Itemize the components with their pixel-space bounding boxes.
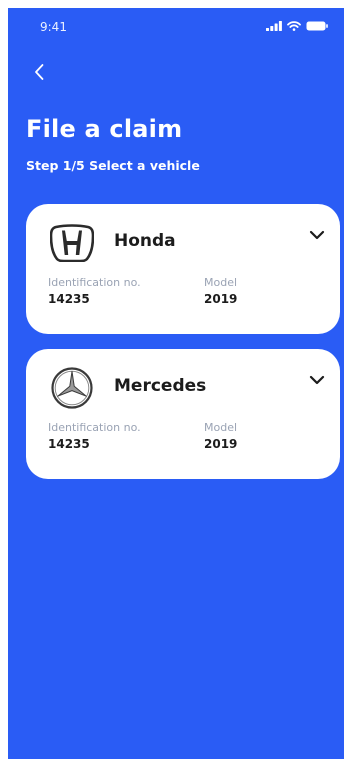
id-label: Identification no.	[48, 276, 141, 289]
model-label: Model	[204, 276, 238, 289]
signal-icon	[266, 21, 282, 31]
id-value: 14235	[48, 437, 90, 451]
step-subtitle: Step 1/5 Select a vehicle	[26, 158, 200, 173]
status-time: 9:41	[40, 20, 67, 34]
vehicle-brand: Honda	[114, 231, 176, 251]
honda-logo-icon	[48, 222, 96, 264]
mercedes-logo-icon	[48, 367, 96, 409]
vehicle-card-mercedes[interactable]: Mercedes Identification no. 14235 Model …	[26, 349, 340, 479]
page-title: File a claim	[26, 115, 183, 143]
status-bar: 9:41	[8, 8, 344, 52]
chevron-down-icon[interactable]	[308, 228, 326, 242]
model-value: 2019	[204, 437, 238, 451]
id-value: 14235	[48, 292, 90, 306]
vehicle-brand: Mercedes	[114, 376, 207, 396]
battery-icon	[306, 21, 328, 31]
chevron-left-icon	[35, 64, 44, 80]
wifi-icon	[287, 21, 301, 31]
chevron-down-icon[interactable]	[308, 373, 326, 387]
vehicle-card-honda[interactable]: Honda Identification no. 14235 Model 201…	[26, 204, 340, 334]
id-label: Identification no.	[48, 421, 141, 434]
model-label: Model	[204, 421, 238, 434]
model-value: 2019	[204, 292, 238, 306]
status-icons	[266, 21, 328, 31]
app-screen: 9:41 File a claim Step 1/5 Select a vehi…	[8, 8, 344, 759]
back-button[interactable]	[26, 58, 52, 86]
